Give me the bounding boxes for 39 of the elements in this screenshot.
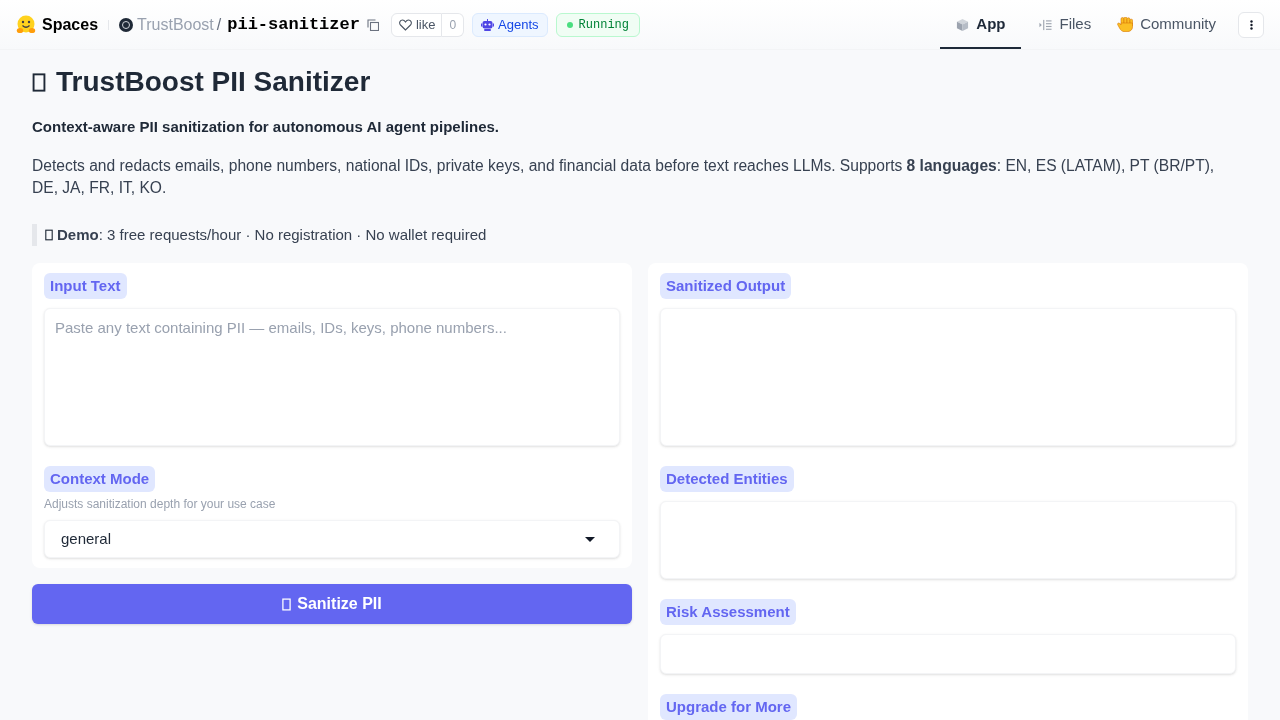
description: Detects and redacts emails, phone numbers, national IDs, private keys, and financial data before text reaches LLMs. Supports 8 languages: EN, ES (LATAM), PT (BR/PT), DE, JA, FR, IT, KO. <box>32 156 1216 198</box>
status-dot-icon <box>566 21 573 28</box>
smiley-icon <box>16 14 36 35</box>
cube-icon <box>956 17 970 32</box>
more-icon <box>1249 19 1253 30</box>
sanitize-button[interactable]: Sanitize PII <box>32 584 632 624</box>
brand-name[interactable]: Spaces <box>42 12 99 37</box>
like-button[interactable]: like <box>390 12 443 37</box>
avatar-icon <box>119 17 134 32</box>
field-label: Risk Assessment <box>660 599 796 625</box>
field-label: Context Mode <box>44 466 156 492</box>
page-title: TrustBoost PII Sanitizer <box>56 66 371 98</box>
field-label: Sanitized Output <box>660 273 792 299</box>
caret-icon <box>585 536 595 542</box>
robot-icon <box>481 18 495 31</box>
status-badge: Running <box>555 12 640 37</box>
glyph-box-icon <box>45 229 53 241</box>
field-label: Detected Entities <box>660 466 794 492</box>
glyph-box-icon <box>32 72 46 92</box>
field-label: Upgrade for More <box>660 694 797 720</box>
like-count: 0 <box>442 12 465 37</box>
subtitle: Context-aware PII sanitization for autonomous AI agent pipelines. <box>32 117 500 137</box>
input-field[interactable]: Paste any text containing PII — emails, IDs, keys, phone numbers... <box>44 308 620 446</box>
demo-notice: Demo: 3 free requests/hour · No registration · No wallet required <box>57 225 487 245</box>
heart-icon <box>398 18 412 31</box>
info-text: Adjusts sanitization depth for your use case <box>44 497 276 511</box>
hand-icon <box>1117 17 1134 32</box>
path-separator: / <box>216 14 222 35</box>
file-list-icon <box>1039 18 1053 31</box>
copy-icon[interactable] <box>366 18 379 31</box>
repo-name[interactable]: pii-sanitizer <box>227 11 360 38</box>
glyph-box-icon <box>282 597 292 611</box>
field-label: Input Text <box>44 273 127 299</box>
nav-tab[interactable]: Community <box>1109 0 1224 49</box>
agents-badge[interactable]: Agents <box>472 12 548 37</box>
nav-tab[interactable]: Files <box>1031 0 1100 49</box>
more-button[interactable] <box>1238 11 1264 38</box>
mode-dropdown[interactable]: general <box>44 520 620 558</box>
nav-tab[interactable]: App <box>940 0 1022 49</box>
